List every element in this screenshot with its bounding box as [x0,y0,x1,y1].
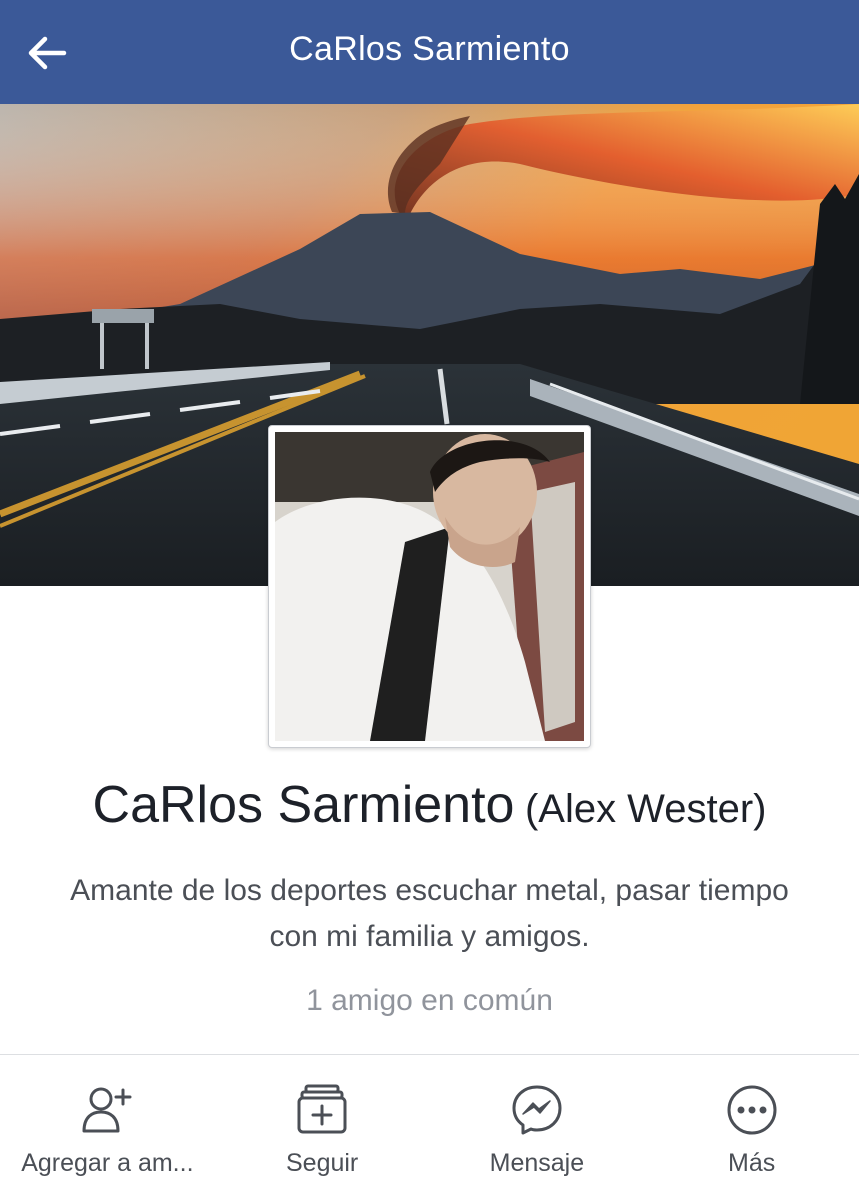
more-icon [727,1085,777,1135]
avatar [275,432,584,741]
mutual-friends-link[interactable]: 1 amigo en común [0,984,859,1018]
profile-actions-bar: Agregar a am... Seguir Mensaje Más [0,1055,859,1200]
message-button[interactable]: Mensaje [430,1055,645,1200]
profile-name: CaRlos Sarmiento (Alex Wester) [0,775,859,835]
profile-name-main: CaRlos Sarmiento [92,776,515,834]
more-label: Más [728,1149,776,1177]
profile-picture[interactable] [268,425,591,748]
profile-bio: Amante de los deportes escuchar metal, p… [70,874,789,953]
message-label: Mensaje [489,1149,585,1177]
add-friend-icon [82,1087,132,1133]
follow-label: Seguir [285,1149,359,1177]
more-button[interactable]: Más [644,1055,859,1200]
add-friend-button[interactable]: Agregar a am... [0,1055,215,1200]
follow-button[interactable]: Seguir [215,1055,430,1200]
messenger-icon [512,1085,562,1135]
profile-name-alternate: (Alex Wester) [524,787,767,831]
top-app-bar: CaRlos Sarmiento [0,0,859,104]
follow-icon [297,1084,347,1134]
add-friend-label: Agregar a am... [21,1149,194,1177]
page-title: CaRlos Sarmiento [289,30,570,68]
